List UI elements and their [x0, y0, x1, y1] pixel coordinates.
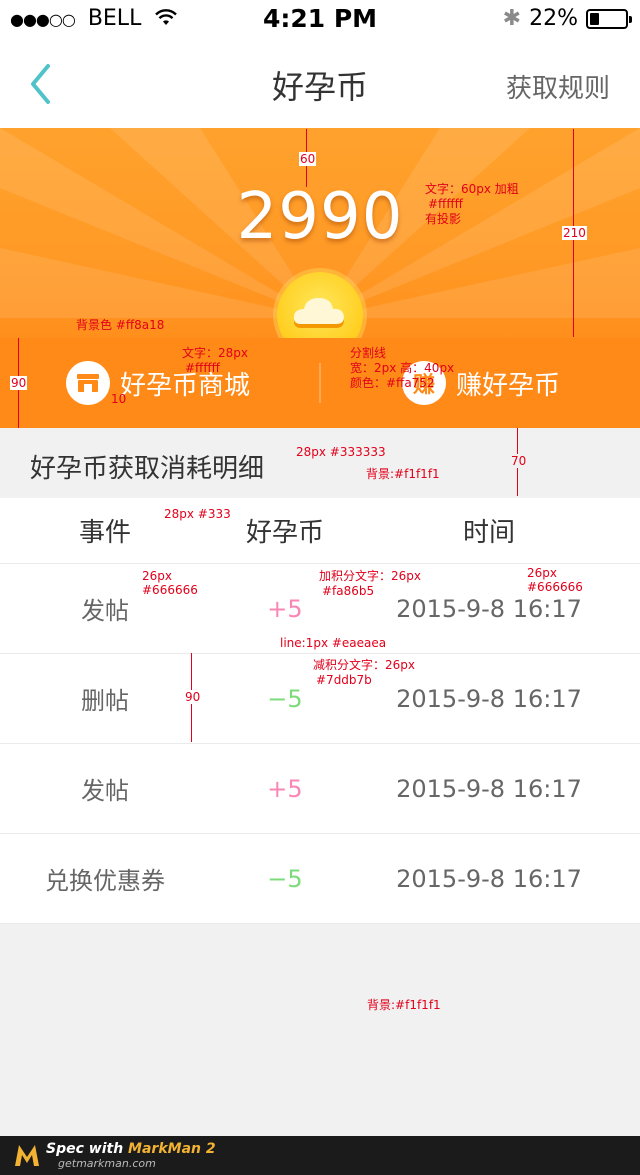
- action-divider: [319, 363, 321, 403]
- row-time: 2015-9-8 16:17: [396, 594, 582, 623]
- row-time: 2015-9-8 16:17: [396, 864, 582, 893]
- annotation-time-text-2: #666666: [527, 580, 583, 594]
- annotation-banner-height: 210: [562, 226, 587, 240]
- annotation-section-bg: 背景:#f1f1f1: [366, 467, 440, 481]
- annotation-action-bg: 背景色 #ff8a18: [76, 318, 165, 332]
- annotation-line-spec: line:1px #eaeaea: [280, 636, 387, 650]
- annotation-minus-text-2: #7ddb7b: [316, 673, 372, 687]
- row-points: +5: [267, 594, 303, 623]
- table-row: 发帖 +5 2015-9-8 16:17: [0, 744, 640, 834]
- markman-logo-icon: [15, 1145, 39, 1166]
- row-points: −5: [267, 864, 303, 893]
- footer-brand: Spec with MarkMan 2: [46, 1141, 216, 1157]
- annotation-section-text: 28px #333333: [296, 445, 386, 459]
- annotation-divider-1: 分割线: [350, 346, 387, 360]
- annotation-minus-text-1: 减积分文字：26px: [313, 658, 415, 672]
- row-event: 兑换优惠券: [45, 867, 165, 895]
- annotation-event-text-1: 26px: [142, 569, 172, 583]
- battery-percent: 22%: [529, 6, 578, 31]
- section-title: 好孕币获取消耗明细: [30, 454, 265, 484]
- annotation-divider-3: 颜色：#ffa752: [350, 376, 435, 390]
- bluetooth-icon: ✱: [502, 6, 522, 31]
- annotation-banner-top: 60: [299, 152, 317, 166]
- annotation-action-text-2: #ffffff: [185, 361, 220, 375]
- footer-site: getmarkman.com: [58, 1157, 156, 1170]
- row-time: 2015-9-8 16:17: [396, 774, 582, 803]
- transaction-list: 发帖 +5 2015-9-8 16:17 删帖 −5 2015-9-8 16:1…: [0, 564, 640, 924]
- row-event: 删帖: [81, 687, 129, 715]
- section-header: 好孕币获取消耗明细: [0, 428, 640, 498]
- annotation-count-1: 文字：60px 加粗: [425, 182, 519, 196]
- annotation-header-text: 28px #333: [164, 507, 231, 521]
- row-event: 发帖: [81, 597, 129, 625]
- column-header-time: 时间: [462, 518, 515, 548]
- annotation-divider-2: 宽：2px 高：40px: [350, 361, 455, 375]
- action-bar: 好孕币商城 赚 赚好孕币: [0, 338, 640, 428]
- row-points: +5: [267, 774, 303, 803]
- nav-bar: 好孕币 获取规则: [0, 40, 640, 128]
- status-right: ✱ 22%: [502, 6, 632, 31]
- coin-banner: 2990: [0, 128, 640, 338]
- rules-link[interactable]: 获取规则: [506, 68, 610, 105]
- table-header: 事件 好孕币 时间: [0, 498, 640, 564]
- annotation-count-3: 有投影: [425, 212, 462, 226]
- earn-coins-label: 赚好孕币: [456, 370, 561, 401]
- status-bar: ●●●○○ BELL 4:21 PM ✱ 22%: [0, 0, 640, 40]
- annotation-action-height: 90: [10, 376, 28, 390]
- row-event: 发帖: [81, 777, 129, 805]
- table-row: 兑换优惠券 −5 2015-9-8 16:17: [0, 834, 640, 924]
- annotation-time-text-1: 26px: [527, 566, 557, 580]
- annotation-count-2: #ffffff: [428, 197, 463, 211]
- markman-footer: Spec with MarkMan 2 getmarkman.com: [0, 1136, 640, 1175]
- row-time: 2015-9-8 16:17: [396, 684, 582, 713]
- annotation-icon-gap: 10: [111, 392, 127, 406]
- battery-icon: [586, 8, 632, 29]
- annotation-section-height: 70: [510, 454, 528, 468]
- coin-balance: 2990: [236, 180, 404, 254]
- annotation-plus-text-1: 加积分文字：26px: [319, 569, 421, 583]
- annotation-plus-text-2: #fa86b5: [322, 584, 375, 598]
- annotation-row-height: 90: [184, 690, 202, 704]
- annotation-bottom-bg: 背景:#f1f1f1: [367, 998, 441, 1012]
- store-icon: [66, 361, 110, 405]
- annotation-event-text-2: #666666: [142, 583, 198, 597]
- coin-medal-icon: [277, 272, 363, 338]
- row-points: −5: [267, 684, 303, 713]
- annotation-action-text-1: 文字：28px: [182, 346, 248, 360]
